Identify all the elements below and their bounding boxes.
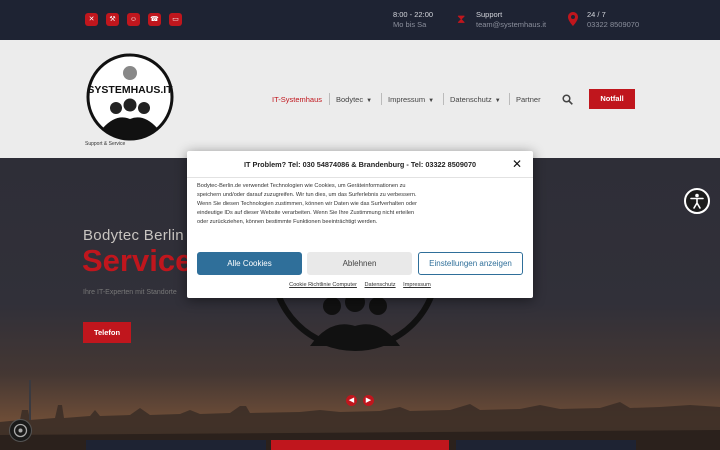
nav-impressum[interactable]: Impressum ▼ xyxy=(388,95,434,104)
notfall-button[interactable]: Notfall xyxy=(589,89,635,109)
nav-divider xyxy=(443,93,444,105)
hourglass-icon: ⧗ xyxy=(457,12,466,26)
xing-icon[interactable]: ✕ xyxy=(85,13,98,26)
hours-title: 8:00 - 22:00 xyxy=(393,10,434,19)
site-header: SYSTEMHAUS.IT Support & Service IT-Syste… xyxy=(0,40,720,158)
chevron-down-icon: ▼ xyxy=(366,98,373,104)
logo[interactable]: SYSTEMHAUS.IT xyxy=(86,53,174,141)
divider xyxy=(187,177,533,178)
cookie-dialog-title: IT Problem? Tel: 030 54874086 & Brandenb… xyxy=(243,160,477,169)
slider-next-arrow-icon[interactable]: ▶ xyxy=(363,395,374,406)
chevron-down-icon: ▼ xyxy=(494,98,501,104)
support-title: Support xyxy=(476,10,503,19)
search-icon[interactable] xyxy=(562,94,573,105)
chevron-down-icon: ▼ xyxy=(428,98,435,104)
hero-headline: Service xyxy=(82,243,193,278)
location-title: 24 / 7 xyxy=(587,10,606,19)
hero-title: Bodytec Berlin xyxy=(83,227,184,244)
phone-icon[interactable]: ☎ xyxy=(148,13,161,26)
privacy-link[interactable]: Datenschutz xyxy=(365,282,396,288)
close-icon[interactable]: ✕ xyxy=(512,157,522,171)
telefon-button[interactable]: Telefon xyxy=(83,322,131,343)
cookie-dialog-text: Bodytec-Berlin.de verwendet Technologien… xyxy=(197,183,417,225)
nav-bodytec[interactable]: Bodytec ▼ xyxy=(336,95,372,104)
chat-widget-button[interactable] xyxy=(9,419,32,442)
bottom-panel xyxy=(456,440,636,450)
cookie-dialog-links: Cookie Richtlinie Computer Datenschutz I… xyxy=(187,282,533,288)
logo-text: SYSTEMHAUS.IT xyxy=(87,84,173,96)
nav-label: Partner xyxy=(516,95,541,104)
chat-icon xyxy=(13,423,28,438)
top-bar: ✕ ⚒ ☺ ☎ ▭ 8:00 - 22:00 Mo bis Sa ⧗ Suppo… xyxy=(0,0,720,40)
hero-subtitle: Ihre IT-Experten mit Standorte xyxy=(83,289,177,296)
accessibility-icon xyxy=(690,193,704,209)
nav-label: Bodytec xyxy=(336,95,364,104)
location-info: 24 / 7 03322 8509070 xyxy=(587,10,639,29)
nav-label: Datenschutz xyxy=(450,95,492,104)
cookie-settings-button[interactable]: Einstellungen anzeigen xyxy=(418,252,523,275)
cookie-policy-link[interactable]: Cookie Richtlinie Computer xyxy=(289,282,357,288)
location-pin-icon xyxy=(568,12,578,29)
imprint-link[interactable]: Impressum xyxy=(403,282,431,288)
hours-sub: Mo bis Sa xyxy=(393,19,427,29)
nav-label: IT-Systemhaus xyxy=(272,95,323,104)
slider-prev-arrow-icon[interactable]: ◀ xyxy=(346,395,357,406)
nav-divider xyxy=(381,93,382,105)
accept-all-cookies-button[interactable]: Alle Cookies xyxy=(197,252,302,275)
accessibility-button[interactable] xyxy=(684,188,710,214)
nav-partner[interactable]: Partner xyxy=(516,95,541,104)
support-email[interactable]: team@systemhaus.it xyxy=(476,20,546,30)
hours-info: 8:00 - 22:00 Mo bis Sa xyxy=(393,10,433,29)
cookie-consent-dialog: IT Problem? Tel: 030 54874086 & Brandenb… xyxy=(187,151,533,298)
deny-cookies-button[interactable]: Ablehnen xyxy=(307,252,412,275)
nav-label: Impressum xyxy=(388,95,426,104)
support-info: Support team@systemhaus.it xyxy=(476,10,546,29)
nav-divider xyxy=(509,93,510,105)
tools-icon[interactable]: ⚒ xyxy=(106,13,119,26)
nav-divider xyxy=(329,93,330,105)
logo-tagline: Support & Service xyxy=(85,141,126,147)
bottom-panel xyxy=(86,440,266,450)
nav-datenschutz[interactable]: Datenschutz ▼ xyxy=(450,95,501,104)
bottom-panel xyxy=(271,440,449,450)
nav-it-systemhaus[interactable]: IT-Systemhaus xyxy=(272,95,322,104)
laptop-icon[interactable]: ▭ xyxy=(169,13,182,26)
support-icon[interactable]: ☺ xyxy=(127,13,140,26)
location-phone[interactable]: 03322 8509070 xyxy=(587,20,639,30)
